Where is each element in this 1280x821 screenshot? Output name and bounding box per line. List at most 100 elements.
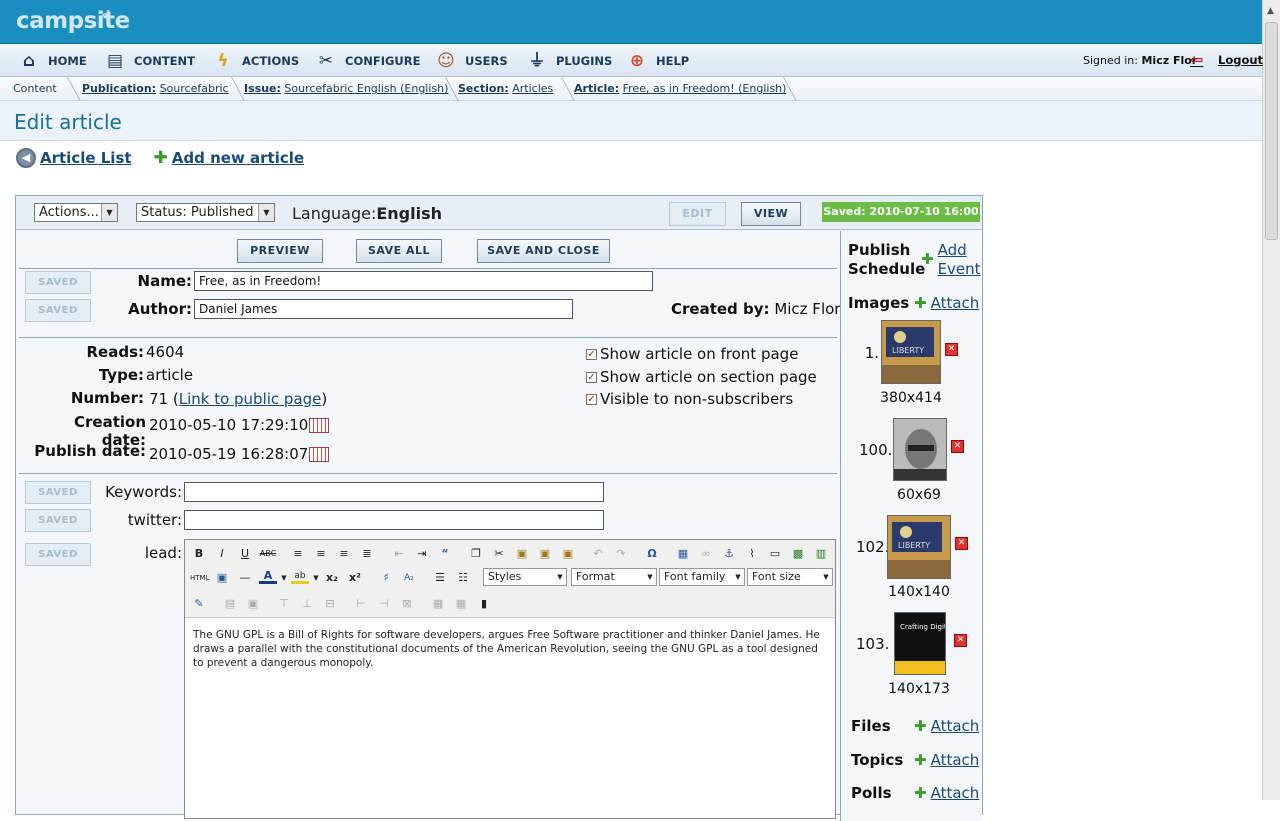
blockquote-icon[interactable]: “: [436, 545, 454, 563]
editor-content[interactable]: The GNU GPL is a Bill of Rights for soft…: [193, 628, 825, 670]
delete-col-icon[interactable]: ⊠: [398, 595, 416, 613]
image-icon[interactable]: ▩: [789, 545, 807, 563]
bullet-list-icon[interactable]: ☰: [431, 569, 449, 587]
topics-attach-link[interactable]: ✚ Attach: [914, 751, 979, 769]
add-new-article-link[interactable]: Add new article: [172, 149, 304, 167]
nav-content[interactable]: ▤ CONTENT: [104, 50, 195, 72]
insert-col-after-icon[interactable]: ⊣: [375, 595, 393, 613]
portrait-thumbnail[interactable]: [893, 418, 947, 481]
merge-cells-icon[interactable]: ▦: [452, 595, 470, 613]
front-page-checkbox-row[interactable]: ✓ Show article on front page: [586, 345, 798, 363]
nav-configure[interactable]: ✂ CONFIGURE: [315, 50, 421, 72]
breadcrumb-article[interactable]: Article: Free, as in Freedom! (English): [574, 82, 786, 95]
table-row-props-icon[interactable]: ▤: [221, 595, 239, 613]
section-page-checkbox[interactable]: ✓: [586, 371, 597, 383]
page-scrollbar[interactable]: ▲: [1262, 0, 1280, 800]
public-page-link[interactable]: Link to public page: [179, 390, 322, 408]
bold-icon[interactable]: B: [190, 545, 208, 563]
strikethrough-icon[interactable]: ABC: [259, 545, 277, 563]
subscript-icon[interactable]: x₂: [323, 569, 341, 587]
fullscreen-icon[interactable]: ▣: [213, 569, 231, 587]
twitter-saved-button[interactable]: SAVED: [25, 509, 91, 532]
author-field[interactable]: Daniel James: [194, 299, 573, 319]
unlink-icon[interactable]: ∞: [697, 545, 715, 563]
back-arrow-icon[interactable]: ◀: [16, 148, 36, 168]
find-icon[interactable]: ♯: [377, 569, 395, 587]
cut-icon[interactable]: ✂: [490, 545, 508, 563]
split-cells-icon[interactable]: ▦: [429, 595, 447, 613]
breadcrumb-publication[interactable]: Publication: Sourcefabric: [82, 82, 229, 95]
insert-row-before-icon[interactable]: ⊤: [275, 595, 293, 613]
nav-actions[interactable]: ϟ ACTIONS: [212, 50, 299, 72]
align-left-icon[interactable]: ≡: [289, 545, 307, 563]
insert-row-after-icon[interactable]: ⊥: [298, 595, 316, 613]
actions-select[interactable]: Actions... ▼: [34, 203, 118, 222]
files-attach-link[interactable]: ✚ Attach: [914, 717, 979, 735]
align-justify-icon[interactable]: ≣: [358, 545, 376, 563]
visible-checkbox-row[interactable]: ✓ Visible to non-subscribers: [586, 390, 793, 408]
name-saved-button[interactable]: SAVED: [25, 271, 91, 294]
nav-plugins[interactable]: ⏚ PLUGINS: [526, 50, 613, 72]
twitter-field[interactable]: [184, 510, 604, 530]
page-break-icon[interactable]: ▮: [475, 595, 493, 613]
scrollbar-thumb[interactable]: [1265, 22, 1278, 240]
font-size-select[interactable]: Font size ▼: [747, 568, 833, 586]
format-select[interactable]: Format ▼: [571, 568, 657, 586]
anchor-icon[interactable]: ⚓: [720, 545, 738, 563]
align-center-icon[interactable]: ≡: [312, 545, 330, 563]
lead-saved-button[interactable]: SAVED: [25, 543, 91, 566]
horizontal-rule-icon[interactable]: —: [236, 569, 254, 587]
view-button[interactable]: VIEW: [741, 202, 801, 226]
paste-word-icon[interactable]: ▣: [559, 545, 577, 563]
align-right-icon[interactable]: ≡: [335, 545, 353, 563]
keywords-saved-button[interactable]: SAVED: [25, 481, 91, 504]
visible-checkbox[interactable]: ✓: [586, 393, 597, 405]
copy-icon[interactable]: ❐: [467, 545, 485, 563]
paste-text-icon[interactable]: ▣: [536, 545, 554, 563]
redo-icon[interactable]: ↷: [612, 545, 630, 563]
superscript-icon[interactable]: x²: [346, 569, 364, 587]
underline-icon[interactable]: U: [236, 545, 254, 563]
film-icon[interactable]: ▥: [812, 545, 830, 563]
polls-attach-link[interactable]: ✚ Attach: [914, 784, 979, 802]
article-list-link[interactable]: Article List: [40, 149, 132, 167]
breadcrumb-section[interactable]: Section: Articles: [458, 82, 553, 95]
scroll-up-icon[interactable]: ▲: [1267, 6, 1274, 16]
save-all-button[interactable]: SAVE ALL: [356, 239, 442, 263]
outdent-icon[interactable]: ⇤: [390, 545, 408, 563]
font-family-select[interactable]: Font family ▼: [659, 568, 745, 586]
book-cover-thumbnail[interactable]: Crafting Digital Media: [894, 612, 946, 675]
html-source-icon[interactable]: HTML: [190, 569, 209, 587]
table-cell-props-icon[interactable]: ▣: [244, 595, 262, 613]
liberty-flag-thumbnail[interactable]: LIBERTY: [881, 320, 941, 384]
delete-image-icon[interactable]: ✕: [955, 537, 968, 550]
nav-home[interactable]: ⌂ HOME: [18, 50, 87, 72]
calendar-icon[interactable]: [309, 418, 330, 433]
delete-image-icon[interactable]: ✕: [951, 440, 964, 453]
breadcrumb-content[interactable]: Content: [13, 82, 57, 95]
campsite-logo[interactable]: campsite ➶: [16, 6, 130, 34]
undo-icon[interactable]: ↶: [589, 545, 607, 563]
template-icon[interactable]: ▭: [766, 545, 784, 563]
paste-icon[interactable]: ▣: [513, 545, 531, 563]
indent-icon[interactable]: ⇥: [413, 545, 431, 563]
liberty-flag-thumbnail[interactable]: LIBERTY: [887, 515, 951, 579]
delete-row-icon[interactable]: ⊟: [321, 595, 339, 613]
italic-icon[interactable]: I: [213, 545, 231, 563]
media-icon[interactable]: ▦: [674, 545, 692, 563]
edit-button[interactable]: EDIT: [669, 202, 726, 226]
save-and-close-button[interactable]: SAVE AND CLOSE: [477, 239, 610, 263]
numbered-list-icon[interactable]: ☷: [454, 569, 472, 587]
author-saved-button[interactable]: SAVED: [25, 299, 91, 322]
name-field[interactable]: Free, as in Freedom!: [194, 271, 653, 291]
delete-image-icon[interactable]: ✕: [954, 634, 967, 647]
special-char-icon[interactable]: Ω: [643, 545, 661, 563]
preview-button[interactable]: PREVIEW: [237, 239, 323, 263]
images-attach-link[interactable]: ✚ Attach: [914, 294, 979, 312]
calendar-icon[interactable]: [309, 447, 330, 462]
breadcrumb-issue[interactable]: Issue: Sourcefabric English (English): [244, 82, 448, 95]
insert-col-before-icon[interactable]: ⊢: [352, 595, 370, 613]
keywords-field[interactable]: [184, 482, 604, 502]
nav-help[interactable]: ⊕ HELP: [626, 50, 689, 72]
styles-select[interactable]: Styles ▼: [483, 568, 567, 586]
